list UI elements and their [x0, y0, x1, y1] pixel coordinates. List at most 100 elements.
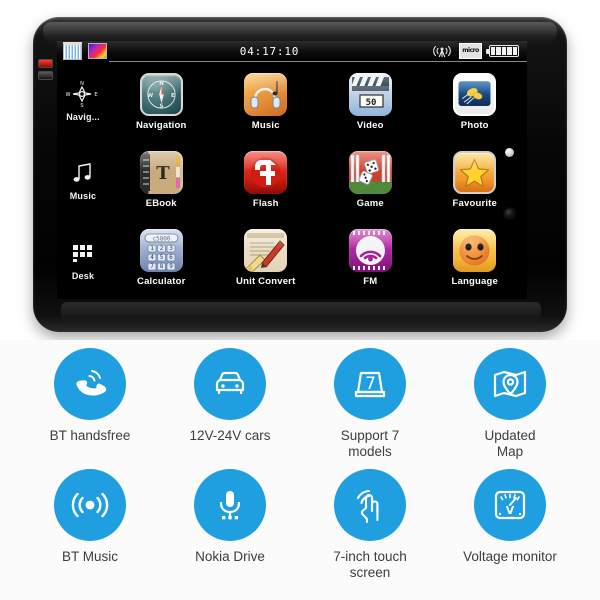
feature-nokia-drive[interactable]: Nokia Drive — [160, 469, 300, 590]
feature-grid: BT handsfree 12V-24V cars 7 Support 7 mo… — [0, 340, 600, 600]
app-label-favourite: Favourite — [452, 198, 498, 209]
book-icon: T — [139, 151, 183, 194]
clapperboard-icon: 50 — [348, 73, 392, 116]
app-label-photo: Photo — [460, 120, 489, 131]
battery-full-icon — [486, 45, 519, 57]
device-lcd-screen[interactable]: 04:17:10 micro N S W E Navig... Music De… — [57, 41, 527, 299]
phone-handset-icon — [54, 348, 126, 420]
feature-bt-music[interactable]: BT Music — [20, 469, 160, 590]
svg-text:N: N — [159, 81, 164, 87]
feature-label-support-7-models: Support 7 models — [340, 428, 400, 459]
app-label-navigation: Navigation — [135, 120, 187, 131]
calculator-icon: c5800 123 456 789 — [139, 229, 183, 272]
app-game[interactable]: Game — [318, 141, 423, 219]
svg-text:2: 2 — [159, 245, 163, 252]
feature-label-bt-music: BT Music — [61, 549, 118, 564]
svg-text:W: W — [147, 93, 153, 99]
photo-icon — [453, 73, 497, 116]
feature-label-12v-24v-cars: 12V-24V cars — [189, 428, 271, 443]
app-unit-convert[interactable]: Unit Convert — [214, 219, 319, 297]
feature-label-updated-map: Updated Map — [484, 428, 536, 459]
app-label-music: Music — [251, 120, 280, 131]
ebook-letter: T — [156, 163, 170, 184]
svg-text:8: 8 — [159, 263, 163, 270]
status-bar: 04:17:10 micro — [57, 41, 527, 62]
feature-7-inch-touch-screen[interactable]: 7-inch touch screen — [300, 469, 440, 590]
video-icon-number: 50 — [365, 98, 376, 108]
desktop-grid-icon — [70, 238, 96, 268]
microphone-icon — [194, 469, 266, 541]
app-calculator[interactable]: c5800 123 456 789 Calculator — [109, 219, 214, 297]
app-language[interactable]: Language — [423, 219, 528, 297]
sidebar-item-music[interactable]: Music — [57, 140, 109, 219]
app-photo[interactable]: Photo — [423, 63, 528, 141]
app-label-fm: FM — [363, 276, 378, 287]
radio-waves-icon — [348, 229, 392, 272]
svg-text:9: 9 — [169, 263, 173, 270]
app-label-flash: Flash — [252, 198, 279, 209]
touch-gesture-icon — [334, 469, 406, 541]
sidebar-item-navigation[interactable]: N S W E Navig... — [57, 61, 109, 140]
map-pin-icon — [474, 348, 546, 420]
app-flash[interactable]: Flash — [214, 141, 319, 219]
svg-text:S: S — [80, 103, 83, 108]
feature-bt-handsfree[interactable]: BT handsfree — [20, 348, 160, 469]
svg-text:V: V — [506, 504, 515, 517]
svg-text:4: 4 — [150, 254, 154, 261]
app-label-ebook: EBook — [145, 198, 177, 209]
power-led-dot — [505, 148, 514, 157]
app-label-calculator: Calculator — [137, 276, 186, 287]
feature-updated-map[interactable]: Updated Map — [440, 348, 580, 469]
bezel-bottom-highlight — [61, 302, 541, 322]
svg-text:6: 6 — [169, 254, 173, 261]
sidebar-label-navigation: Navig... — [66, 112, 100, 123]
svg-text:E: E — [171, 93, 175, 99]
svg-text:3: 3 — [169, 245, 173, 252]
dice-icon — [348, 151, 392, 194]
app-music[interactable]: Music — [214, 63, 319, 141]
light-sensor-dot — [505, 209, 514, 218]
sidebar-label-desk: Desk — [71, 270, 95, 281]
svg-text:7: 7 — [365, 374, 376, 394]
bluetooth-audio-waves-icon — [54, 469, 126, 541]
feature-voltage-monitor[interactable]: V Voltage monitor — [440, 469, 580, 590]
feature-support-7-models[interactable]: 7 Support 7 models — [300, 348, 440, 469]
flash-logo-icon — [244, 151, 288, 194]
feature-label-voltage-monitor: Voltage monitor — [463, 549, 557, 564]
smiley-face-icon — [453, 229, 497, 272]
compass-rose-icon: N S W E — [66, 79, 100, 109]
sidebar-label-music: Music — [69, 191, 97, 202]
app-navigation[interactable]: N S W E Navigation — [109, 63, 214, 141]
status-led-dark — [38, 71, 53, 80]
sidebar-item-desk[interactable]: Desk — [57, 220, 109, 299]
app-ebook[interactable]: T EBook — [109, 141, 214, 219]
car-icon — [194, 348, 266, 420]
svg-text:S: S — [159, 104, 163, 110]
box-seven-icon: 7 — [334, 348, 406, 420]
music-note-icon — [70, 158, 96, 188]
lcd-sidebar: N S W E Navig... Music Desk — [57, 61, 109, 299]
app-fm[interactable]: FM — [318, 219, 423, 297]
calculator-display: c5800 — [152, 235, 170, 242]
feature-label-7-inch-touch-screen: 7-inch touch screen — [333, 549, 407, 580]
status-bar-indicators: micro — [432, 43, 519, 59]
feature-12v-24v-cars[interactable]: 12V-24V cars — [160, 348, 300, 469]
app-video[interactable]: 50 Video — [318, 63, 423, 141]
voltmeter-gauge-icon: V — [474, 469, 546, 541]
headphones-icon — [244, 73, 288, 116]
svg-text:E: E — [94, 92, 97, 98]
compass-icon: N S W E — [139, 73, 183, 116]
calendar-icon[interactable] — [63, 42, 82, 60]
signal-antenna-icon — [433, 45, 451, 58]
svg-text:W: W — [66, 92, 71, 98]
app-grid: N S W E Navigation Music 50 Video Photo … — [109, 63, 527, 297]
svg-text:5: 5 — [159, 254, 163, 261]
ruler-pencil-icon — [244, 229, 288, 272]
app-label-game: Game — [356, 198, 384, 209]
app-label-video: Video — [356, 120, 384, 131]
app-label-language: Language — [451, 276, 498, 287]
gradient-thumbnail-icon[interactable] — [88, 43, 107, 59]
gps-navigator-device: 04:17:10 micro N S W E Navig... Music De… — [33, 17, 567, 332]
star-icon — [453, 151, 497, 194]
power-led-red — [38, 59, 53, 68]
